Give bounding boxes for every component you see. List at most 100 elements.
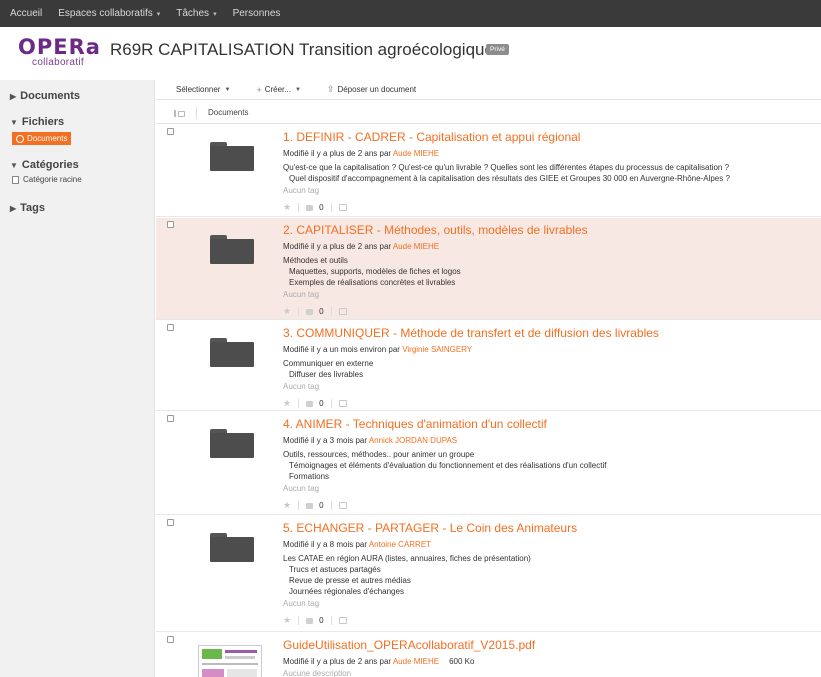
opera-logo[interactable]: OPERa collaboratif <box>18 35 101 68</box>
meta-text: Modifié il y a plus de 2 ans par <box>283 242 392 251</box>
description-line: Revue de presse et autres médias <box>289 576 411 585</box>
triangle-right-icon: ▶ <box>10 91 17 101</box>
triangle-down-icon: ▼ <box>10 117 18 127</box>
meta-text: Modifié il y a 3 mois par <box>283 436 368 445</box>
item-title[interactable]: 3. COMMUNIQUER - Méthode de transfert et… <box>283 326 813 340</box>
item-description: Méthodes et outils Maquettes, supports, … <box>283 255 813 288</box>
create-button[interactable]: + Créer... ▼ <box>256 85 300 95</box>
sidebar-item-label: Documents <box>27 134 68 143</box>
sidebar-item-documents[interactable]: ▶ Documents <box>10 90 154 102</box>
row-checkbox[interactable] <box>167 221 174 228</box>
thumbs-up-icon[interactable] <box>306 617 314 624</box>
upload-document-button[interactable]: ⇪ Déposer un document <box>327 84 416 95</box>
description-line: Formations <box>289 472 330 481</box>
upload-label: Déposer un document <box>337 85 417 94</box>
author-link[interactable]: Aude MIEHE <box>393 149 439 158</box>
column-header-documents[interactable]: Documents <box>208 108 248 117</box>
like-count: 0 <box>319 501 324 510</box>
nav-accueil[interactable]: Accueil <box>10 8 42 19</box>
thumbs-up-icon[interactable] <box>306 204 314 211</box>
star-icon[interactable]: ★ <box>283 398 291 409</box>
item-tags: Aucun tag <box>283 599 320 608</box>
share-icon[interactable] <box>338 502 347 509</box>
create-label: Créer... <box>264 85 291 94</box>
like-count: 0 <box>319 307 324 316</box>
sidebar-item-categorie-racine[interactable]: Catégorie racine <box>12 175 154 184</box>
sidebar-item-label: Documents <box>20 90 81 102</box>
folder-icon[interactable] <box>210 235 254 264</box>
item-title[interactable]: 5. ECHANGER - PARTAGER - Le Coin des Ani… <box>283 521 813 535</box>
sidebar-item-tags[interactable]: ▶ Tags <box>10 202 154 214</box>
author-link[interactable]: Aude MIEHE <box>393 242 439 251</box>
item-tags: Aucun tag <box>283 290 320 299</box>
row-checkbox[interactable] <box>167 415 174 422</box>
item-title[interactable]: GuideUtilisation_OPERAcollaboratif_V2015… <box>283 638 813 652</box>
nav-espaces-collaboratifs[interactable]: Espaces collaboratifs ▾ <box>58 8 160 19</box>
star-icon[interactable]: ★ <box>283 306 291 317</box>
row-checkbox[interactable] <box>167 128 174 135</box>
item-title[interactable]: 4. ANIMER - Techniques d'animation d'un … <box>283 417 813 431</box>
description-line: Les CATAE en région AURA (listes, annuai… <box>283 554 531 563</box>
share-icon[interactable] <box>338 204 347 211</box>
row-checkbox[interactable] <box>167 636 174 643</box>
meta-text: Modifié il y a plus de 2 ans par <box>283 657 392 666</box>
row-checkbox[interactable] <box>167 519 174 526</box>
select-button[interactable]: Sélectionner ▼ <box>176 85 230 94</box>
sidebar-item-fichiers[interactable]: ▼ Fichiers <box>10 116 154 128</box>
like-count: 0 <box>319 616 324 625</box>
share-icon[interactable] <box>338 308 347 315</box>
author-link[interactable]: Annick JORDAN DUPAS <box>369 436 457 445</box>
status-badge: Privé <box>486 44 509 55</box>
logo-main-text: OPERa <box>18 35 101 59</box>
list-item: GuideUtilisation_OPERAcollaboratif_V2015… <box>156 633 821 677</box>
description-line: Trucs et astuces partagés <box>289 565 381 574</box>
author-link[interactable]: Virginie SAINGERY <box>402 345 472 354</box>
folder-icon[interactable] <box>210 338 254 367</box>
item-description: Communiquer en externe Diffuser des livr… <box>283 358 813 380</box>
star-icon[interactable]: ★ <box>283 202 291 213</box>
pdf-thumbnail[interactable] <box>198 645 262 677</box>
sidebar-item-documents-active[interactable]: Documents <box>12 132 72 145</box>
nav-personnes[interactable]: Personnes <box>233 8 281 19</box>
nav-taches[interactable]: Tâches ▾ <box>176 8 216 19</box>
item-title[interactable]: 2. CAPITALISER - Méthodes, outils, modèl… <box>283 223 813 237</box>
upload-icon: ⇪ <box>326 84 335 94</box>
item-description: Qu'est-ce que la capitalisation ? Qu'est… <box>283 162 813 184</box>
caret-down-icon: ▼ <box>224 86 231 93</box>
share-icon[interactable] <box>338 400 347 407</box>
sidebar-item-categories[interactable]: ▼ Catégories <box>10 159 154 171</box>
item-title[interactable]: 1. DEFINIR - CADRER - Capitalisation et … <box>283 130 813 144</box>
file-size: 600 Ko <box>449 657 475 666</box>
author-link[interactable]: Aude MIEHE <box>393 657 439 666</box>
triangle-right-icon: ▶ <box>10 203 17 213</box>
share-icon[interactable] <box>338 617 347 624</box>
item-actions: ★ 0 <box>283 615 813 626</box>
item-actions: ★ 0 <box>283 306 813 317</box>
folder-icon[interactable] <box>210 142 254 171</box>
item-tags: Aucun tag <box>283 484 320 493</box>
sort-icon[interactable] <box>174 109 185 117</box>
thumbs-up-icon[interactable] <box>306 308 314 315</box>
item-meta: Modifié il y a un mois environ par Virgi… <box>283 344 813 355</box>
thumbs-up-icon[interactable] <box>306 502 314 509</box>
item-meta: Modifié il y a plus de 2 ans par Aude MI… <box>283 656 813 667</box>
top-navbar: Accueil Espaces collaboratifs ▾ Tâches ▾ P… <box>0 0 821 27</box>
author-link[interactable]: Antoine CARRET <box>369 540 431 549</box>
description-line: Quel dispositif d'accompagnement à la ca… <box>289 174 730 183</box>
item-description: Les CATAE en région AURA (listes, annuai… <box>283 553 813 597</box>
folder-icon[interactable] <box>210 429 254 458</box>
description-line: Exemples de réalisations concrètes et li… <box>289 278 456 287</box>
row-checkbox[interactable] <box>167 324 174 331</box>
caret-down-icon: ▾ <box>156 10 161 18</box>
list-item: 5. ECHANGER - PARTAGER - Le Coin des Ani… <box>156 516 821 632</box>
item-meta: Modifié il y a 8 mois par Antoine CARRET <box>283 539 813 550</box>
divider <box>196 107 197 119</box>
thumbs-up-icon[interactable] <box>306 400 314 407</box>
meta-text: Modifié il y a un mois environ par <box>283 345 400 354</box>
star-icon[interactable]: ★ <box>283 615 291 626</box>
folder-icon[interactable] <box>210 533 254 562</box>
plus-icon: + <box>256 84 262 95</box>
sidebar-item-label: Catégorie racine <box>23 175 82 184</box>
caret-down-icon: ▾ <box>213 10 217 18</box>
star-icon[interactable]: ★ <box>283 500 291 511</box>
